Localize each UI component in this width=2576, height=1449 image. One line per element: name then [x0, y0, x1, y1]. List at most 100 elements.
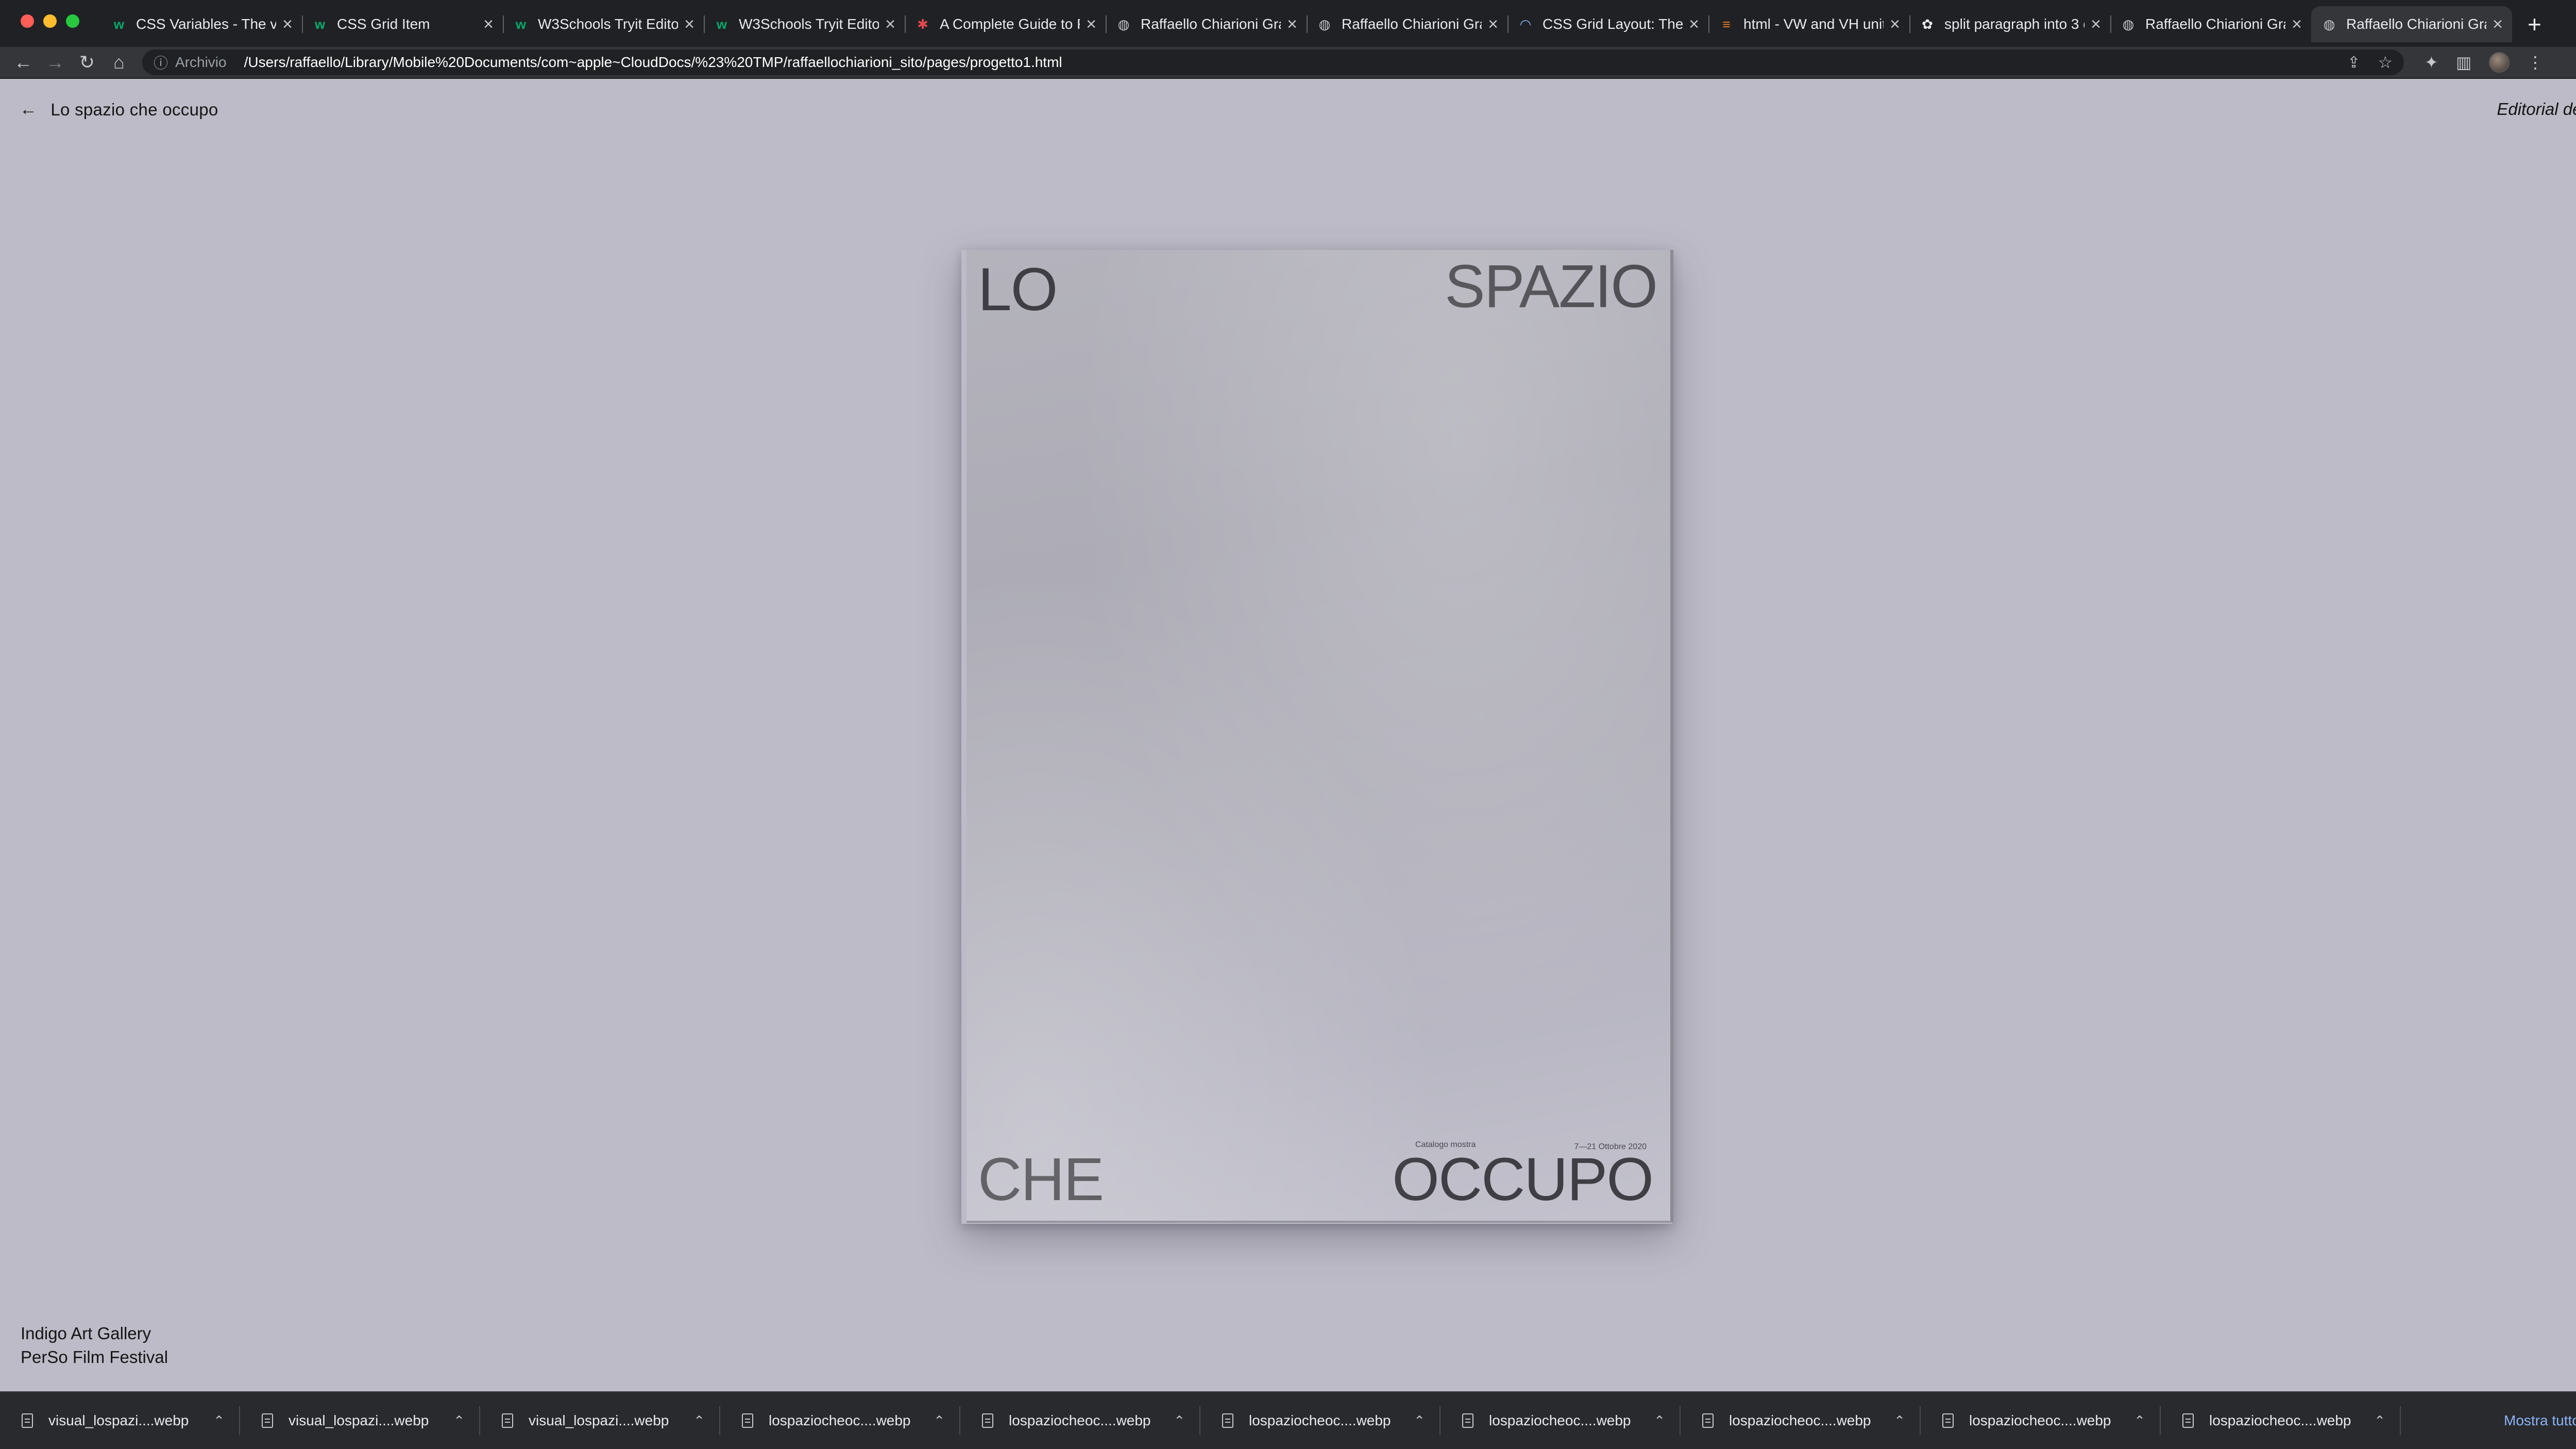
browser-tab[interactable]: ◍ Raffaello Chiarioni Gra ×: [2110, 6, 2311, 42]
cover-catalog-label: Catalogo mostra: [1415, 1140, 1476, 1149]
browser-tab[interactable]: ◍ Raffaello Chiarioni Gra ×: [2311, 6, 2512, 42]
download-item[interactable]: lospaziocheoc....webp ⌃: [1200, 1392, 1440, 1449]
chevron-up-icon[interactable]: ⌃: [1654, 1413, 1665, 1429]
file-icon: [1222, 1413, 1233, 1428]
tab-title: CSS Variables - The va: [136, 16, 277, 32]
back-to-projects-link[interactable]: ← Lo spazio che occupo: [20, 99, 218, 120]
chevron-up-icon[interactable]: ⌃: [934, 1413, 945, 1429]
browser-tab[interactable]: ◠ CSS Grid Layout: The F ×: [1507, 6, 1708, 42]
side-panel-icon[interactable]: ▥: [2456, 53, 2471, 72]
chevron-up-icon[interactable]: ⌃: [213, 1413, 225, 1429]
download-item[interactable]: lospaziocheoc....webp ⌃: [1681, 1392, 1921, 1449]
catalog-cover-image: LO SPAZIO Catalogo mostra 7—21 Ottobre 2…: [967, 250, 1673, 1223]
tab-title: CSS Grid Layout: The F: [1543, 16, 1683, 32]
file-icon: [502, 1413, 513, 1428]
profile-avatar[interactable]: [2489, 52, 2510, 73]
chevron-up-icon[interactable]: ⌃: [693, 1413, 705, 1429]
download-item[interactable]: lospaziocheoc....webp ⌃: [1440, 1392, 1681, 1449]
credit-client: Indigo Art Gallery: [21, 1324, 151, 1343]
download-filename: lospaziocheoc....webp: [1009, 1412, 1151, 1428]
share-icon[interactable]: ⇪: [2347, 54, 2360, 72]
browser-tab[interactable]: ◍ Raffaello Chiarioni Gra ×: [1307, 6, 1507, 42]
download-item[interactable]: lospaziocheoc....webp ⌃: [2161, 1392, 2401, 1449]
address-url[interactable]: /Users/raffaello/Library/Mobile%20Docume…: [244, 54, 1062, 71]
chevron-up-icon[interactable]: ⌃: [2134, 1413, 2145, 1429]
download-filename: visual_lospazi....webp: [289, 1412, 429, 1428]
cover-word-occupo: OCCUPO: [1392, 1145, 1654, 1214]
back-icon[interactable]: ←: [7, 52, 39, 73]
browser-tab[interactable]: ◍ Raffaello Chiarioni Gra ×: [1106, 6, 1307, 42]
info-icon[interactable]: ⓘ: [154, 52, 168, 73]
chevron-up-icon[interactable]: ⌃: [1174, 1413, 1185, 1429]
tab-title: Raffaello Chiarioni Gra: [1342, 16, 1482, 32]
download-item[interactable]: lospaziocheoc....webp ⌃: [720, 1392, 960, 1449]
tab-close-icon[interactable]: ×: [1689, 14, 1699, 35]
minimize-window-icon[interactable]: [43, 14, 57, 28]
download-item[interactable]: visual_lospazi....webp ⌃: [240, 1392, 480, 1449]
downloads-bar: visual_lospazi....webp ⌃ visual_lospazi...…: [0, 1391, 2576, 1449]
tab-close-icon[interactable]: ×: [1488, 14, 1498, 35]
file-icon: [262, 1413, 273, 1428]
project-category: Editorial design: [2497, 99, 2576, 119]
tab-close-icon[interactable]: ×: [684, 14, 694, 35]
browser-tab[interactable]: w CSS Grid Item ×: [302, 6, 503, 42]
tab-close-icon[interactable]: ×: [1287, 14, 1297, 35]
tab-title: Raffaello Chiarioni Gra: [2346, 16, 2487, 32]
tab-title: Raffaello Chiarioni Gra: [1141, 16, 1281, 32]
tab-close-icon[interactable]: ×: [282, 14, 293, 35]
chevron-up-icon[interactable]: ⌃: [2374, 1413, 2385, 1429]
file-icon: [1942, 1413, 1954, 1428]
globe-icon: ◍: [2122, 16, 2134, 32]
browser-tab[interactable]: w W3Schools Tryit Editor ×: [704, 6, 905, 42]
download-item[interactable]: lospaziocheoc....webp ⌃: [1921, 1392, 2161, 1449]
download-item[interactable]: visual_lospazi....webp ⌃: [0, 1392, 240, 1449]
forward-icon[interactable]: →: [39, 52, 71, 73]
menu-icon[interactable]: ⋮: [2527, 53, 2544, 72]
browser-tab[interactable]: w W3Schools Tryit Editor ×: [503, 6, 704, 42]
tab-title: A Complete Guide to Fl: [940, 16, 1080, 32]
file-icon: [742, 1413, 753, 1428]
chevron-up-icon[interactable]: ⌃: [453, 1413, 465, 1429]
tab-close-icon[interactable]: ×: [885, 14, 895, 35]
bookmark-star-icon[interactable]: ☆: [2378, 53, 2393, 72]
extensions-icon[interactable]: ✦: [2425, 53, 2438, 72]
tab-close-icon[interactable]: ×: [1890, 14, 1900, 35]
file-icon: [982, 1413, 993, 1428]
download-item[interactable]: lospaziocheoc....webp ⌃: [960, 1392, 1200, 1449]
zoom-window-icon[interactable]: [66, 14, 79, 28]
browser-tab[interactable]: ≡ html - VW and VH unit ×: [1708, 6, 1909, 42]
download-item[interactable]: visual_lospazi....webp ⌃: [480, 1392, 720, 1449]
browser-tab[interactable]: ✱ A Complete Guide to Fl ×: [905, 6, 1106, 42]
download-filename: visual_lospazi....webp: [48, 1412, 189, 1428]
show-all-downloads-link[interactable]: Mostra tutto: [2504, 1412, 2576, 1429]
web-page: ← Lo spazio che occupo Editorial design …: [0, 80, 2576, 1391]
browser-tab[interactable]: w CSS Variables - The va ×: [101, 6, 302, 42]
globe-icon: ◍: [1117, 16, 1130, 32]
file-icon: [1702, 1413, 1714, 1428]
tab-close-icon[interactable]: ×: [483, 14, 494, 35]
arrow-left-icon: ←: [20, 99, 38, 119]
download-filename: lospaziocheoc....webp: [1249, 1412, 1391, 1428]
home-icon[interactable]: ⌂: [103, 52, 135, 73]
address-bar[interactable]: ⓘ Archivio /Users/raffaello/Library/Mobi…: [142, 49, 2404, 75]
tab-close-icon[interactable]: ×: [2091, 14, 2101, 35]
browser-tab[interactable]: ✿ split paragraph into 3 c ×: [1909, 6, 2110, 42]
reload-icon[interactable]: ↻: [71, 52, 103, 73]
new-tab-icon[interactable]: +: [2528, 6, 2541, 42]
cover-word-spazio: SPAZIO: [1444, 252, 1658, 321]
tab-title: W3Schools Tryit Editor: [739, 16, 879, 32]
chatgpt-icon: ✿: [1922, 16, 1933, 32]
chevron-up-icon[interactable]: ⌃: [1414, 1413, 1425, 1429]
tab-title: CSS Grid Item: [337, 16, 430, 32]
tab-close-icon[interactable]: ×: [2493, 14, 2503, 35]
tab-close-icon[interactable]: ×: [1086, 14, 1096, 35]
browser-toolbar: ← → ↻ ⌂ ⓘ Archivio /Users/raffaello/Libr…: [0, 47, 2576, 79]
tab-bar: w CSS Variables - The va × w CSS Grid Item × w…: [0, 0, 2576, 47]
close-window-icon[interactable]: [21, 14, 34, 28]
file-icon: [1462, 1413, 1473, 1428]
w3schools-icon: w: [716, 16, 727, 32]
tab-close-icon[interactable]: ×: [2292, 14, 2302, 35]
w3schools-icon: w: [515, 16, 527, 32]
chevron-up-icon[interactable]: ⌃: [1894, 1413, 1905, 1429]
download-filename: lospaziocheoc....webp: [769, 1412, 911, 1428]
